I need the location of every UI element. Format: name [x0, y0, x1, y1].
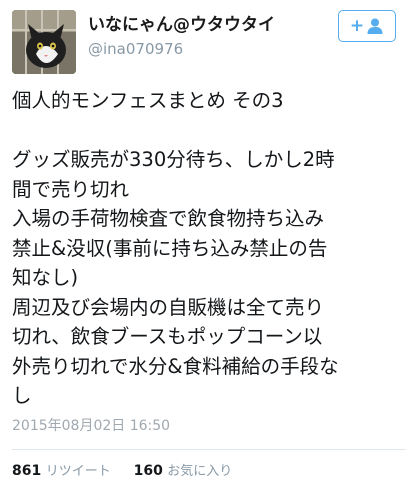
tweet-text: 個人的モンフェスまとめ その3 グッズ販売が330分待ち、しかし2時 間で売り切…	[12, 86, 400, 411]
like-stat[interactable]: 160 お気に入り	[134, 463, 233, 479]
screen-name[interactable]: @ina070976	[88, 38, 275, 60]
user-names: いなにゃん@ウタウタイ @ina070976	[88, 14, 275, 60]
tweet-timestamp[interactable]: 2015年08月02日 16:50	[12, 416, 170, 436]
tweet-text-line: 切れ、飲食ブースもポップコーン以	[12, 325, 323, 348]
divider	[12, 449, 406, 450]
tweet-text-line	[12, 116, 400, 146]
tweet-text-line: し	[12, 384, 32, 407]
like-count: 160	[133, 463, 163, 479]
tweet-text-line: 外売り切れで水分&食料補給の手段な	[12, 354, 339, 378]
like-label: お気に入り	[167, 464, 233, 479]
tweet-text-line: 禁止&没収(事前に持ち込み禁止の告	[12, 236, 328, 260]
follow-plus-label: +	[349, 15, 365, 36]
tweet-text-line: 周辺及び会場内の自販機は全て売り	[12, 295, 325, 319]
tweet-text-line: 間で売り切れ	[12, 177, 130, 201]
retweet-stat[interactable]: 861 リツイート	[12, 463, 115, 479]
retweet-label: リツイート	[45, 464, 111, 479]
tweet-text-line: 個人的モンフェスまとめ その3	[12, 89, 284, 112]
tweet-stats: 861 リツイート 160 お気に入り	[12, 461, 232, 482]
add-user-icon	[367, 18, 383, 34]
retweet-count: 861	[12, 463, 42, 479]
tweet-text-line: 知なし)	[12, 266, 79, 289]
display-name[interactable]: いなにゃん@ウタウタイ	[88, 14, 275, 36]
tweet-text-line: 入場の手荷物検査で飲食物持ち込み	[12, 207, 325, 230]
tweet-text-line: グッズ販売が330分待ち、しかし2時	[12, 148, 335, 171]
follow-button[interactable]: +	[338, 10, 396, 42]
cat-avatar-image	[12, 10, 76, 74]
tweet-header: いなにゃん@ウタウタイ @ina070976 +	[12, 10, 396, 74]
avatar[interactable]	[12, 10, 76, 74]
